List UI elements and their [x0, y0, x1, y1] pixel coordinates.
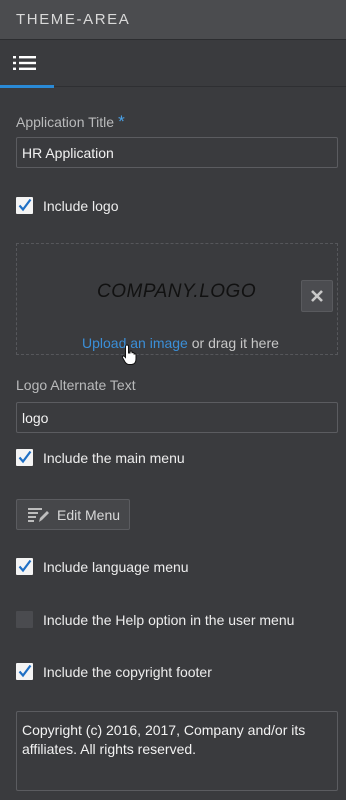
edit-menu-button[interactable]: Edit Menu	[16, 499, 130, 530]
include-copyright-label: Include the copyright footer	[43, 664, 212, 680]
upload-instructions: Upload an image or drag it here	[82, 335, 279, 351]
check-icon	[18, 664, 32, 678]
logo-alt-input[interactable]	[16, 402, 338, 433]
logo-dropzone[interactable]: COMPANY.LOGO Upload an image or drag it …	[16, 243, 338, 365]
include-language-menu-label: Include language menu	[43, 559, 189, 575]
checkbox-checked[interactable]	[16, 663, 33, 680]
check-icon	[18, 450, 32, 464]
logo-alt-label: Logo Alternate Text	[16, 377, 136, 393]
hand-cursor-icon	[121, 344, 137, 365]
tab-properties[interactable]	[0, 40, 54, 88]
list-icon	[13, 56, 36, 70]
checkbox-checked[interactable]	[16, 558, 33, 575]
include-main-menu-label: Include the main menu	[43, 450, 185, 466]
panel-title: THEME-AREA	[16, 11, 131, 28]
check-icon	[18, 559, 32, 573]
include-help-label: Include the Help option in the user menu	[43, 612, 295, 628]
copyright-textarea[interactable]: Copyright (c) 2016, 2017, Company and/or…	[16, 711, 338, 791]
tab-active-indicator	[0, 85, 54, 88]
checkbox-checked[interactable]	[16, 197, 33, 214]
app-title-label: Application Title *	[16, 112, 125, 131]
remove-logo-button[interactable]	[301, 280, 333, 312]
close-icon	[311, 290, 323, 302]
check-icon	[18, 198, 32, 212]
logo-preview: COMPANY.LOGO	[97, 281, 257, 302]
tab-bar	[0, 40, 346, 88]
checkbox-checked[interactable]	[16, 449, 33, 466]
panel-header: THEME-AREA	[0, 0, 346, 40]
checkbox-unchecked[interactable]	[16, 611, 33, 628]
include-logo-label: Include logo	[43, 198, 119, 214]
edit-menu-icon	[28, 508, 49, 522]
edit-menu-label: Edit Menu	[57, 507, 121, 523]
required-asterisk: *	[118, 112, 125, 131]
app-title-input[interactable]	[16, 137, 338, 168]
